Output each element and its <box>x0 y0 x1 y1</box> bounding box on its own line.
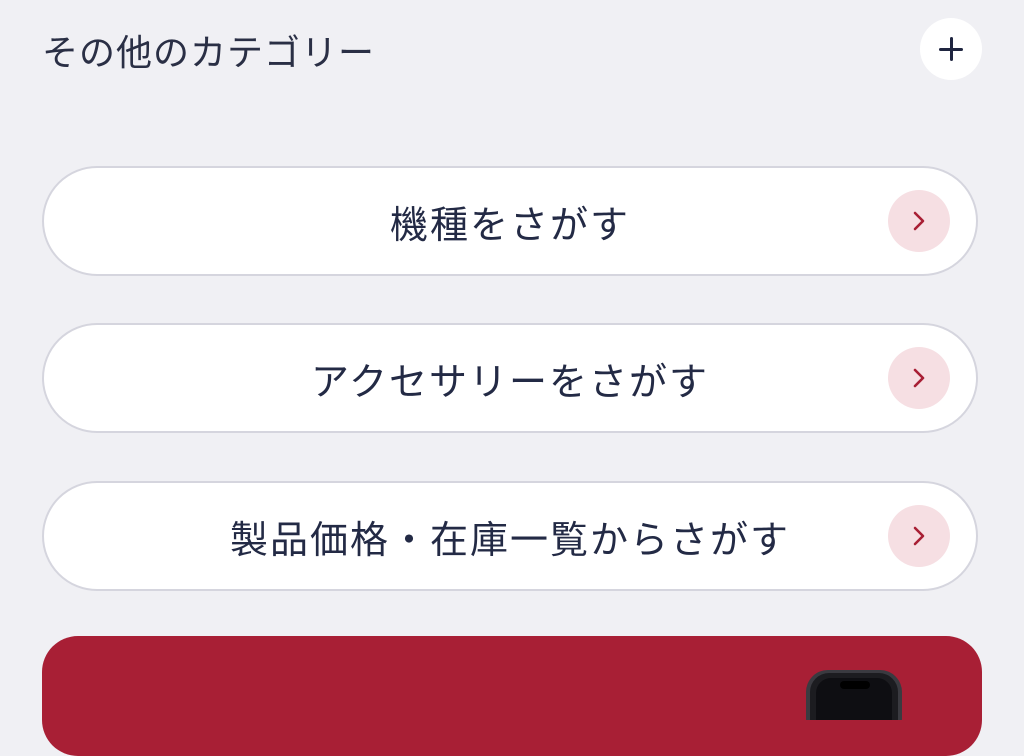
smartphone-icon <box>806 670 902 720</box>
promo-banner[interactable] <box>42 636 982 756</box>
search-price-stock-label: 製品価格・在庫一覧からさがす <box>229 517 790 562</box>
search-models-label: 機種をさがす <box>389 202 630 247</box>
search-accessories-button[interactable]: アクセサリーをさがす <box>42 323 978 433</box>
plus-icon <box>939 37 963 61</box>
chevron-right-icon <box>888 505 950 567</box>
section-title: その他のカテゴリー <box>42 33 376 74</box>
chevron-right-icon <box>888 347 950 409</box>
chevron-right-icon <box>888 190 950 252</box>
expand-button[interactable] <box>920 18 982 80</box>
category-section-header: その他のカテゴリー <box>42 18 982 82</box>
search-price-stock-button[interactable]: 製品価格・在庫一覧からさがす <box>42 481 978 591</box>
search-accessories-label: アクセサリーをさがす <box>310 359 710 404</box>
search-models-button[interactable]: 機種をさがす <box>42 166 978 276</box>
